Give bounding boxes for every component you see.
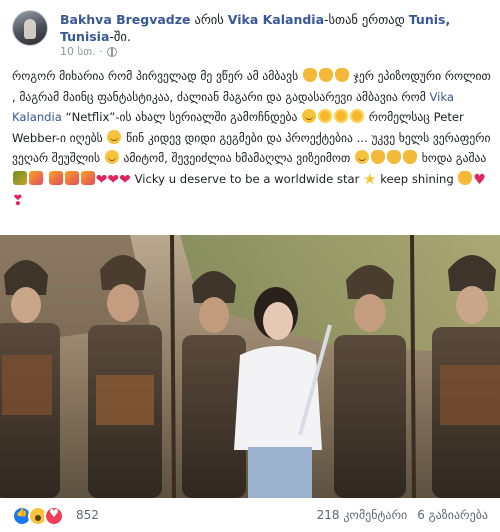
- post-time[interactable]: 10 სთ. ·: [60, 45, 103, 58]
- post-photo[interactable]: [0, 235, 500, 498]
- clap-icon: [371, 150, 385, 164]
- post-meta: 10 სთ. ·: [60, 45, 117, 58]
- post-footer: 852 218 კომენტარი 6 გაზიარება: [12, 504, 488, 526]
- text-line5: Vicky u deserve to be a worldwide star: [134, 171, 360, 186]
- reactions[interactable]: [12, 506, 64, 526]
- smile-icon: [107, 129, 122, 144]
- post-header: Bakhva Bregvadze არის Vika Kalandia-სთან…: [12, 10, 490, 58]
- clap-icon: [302, 68, 317, 82]
- photo-image: [0, 235, 500, 498]
- smile-icon: [355, 150, 369, 164]
- text-netflix: “Netflix”-ის ახალ სერიალში გამოჩნდება: [65, 110, 298, 124]
- reaction-count[interactable]: 852: [76, 508, 99, 522]
- party-popper-icon: [29, 170, 43, 185]
- text-line1: როგორ მიხარია რომ პირველად მე ვწერ ამ ამ…: [12, 69, 299, 83]
- text-line4b: ხოდა გაშაა: [421, 151, 487, 165]
- clap-icon: [334, 68, 349, 82]
- sun-icon: [318, 109, 333, 123]
- shares-count[interactable]: 6 გაზიარება: [417, 508, 488, 522]
- post-headline: Bakhva Bregvadze არის Vika Kalandia-სთან…: [60, 11, 500, 45]
- text-line4: ამიტომ, შევეიძლია ხმამაღლა ვიზეიმოთ: [123, 151, 351, 165]
- tagged-user[interactable]: Vika Kalandia: [228, 12, 324, 27]
- heart-icon: ♥: [473, 171, 486, 188]
- smile-icon: [302, 109, 317, 123]
- avatar[interactable]: [12, 10, 48, 46]
- party-popper-icon: [64, 170, 79, 185]
- heart-icon: ❤: [95, 171, 108, 188]
- exclamation-heart-icon: ❣: [12, 193, 24, 209]
- location-suffix: -ში.: [109, 29, 131, 44]
- facebook-post: Bakhva Bregvadze არის Vika Kalandia-სთან…: [0, 0, 500, 532]
- sun-icon: [350, 109, 365, 123]
- with-suffix: -სთან ერთად: [324, 12, 409, 27]
- clap-icon: [458, 170, 473, 185]
- post-stats: 218 კომენტარი 6 გაზიარება: [317, 508, 488, 522]
- with-prefix: არის: [190, 12, 228, 27]
- smile-icon: [104, 150, 119, 164]
- clap-icon: [403, 150, 417, 164]
- author-name[interactable]: Bakhva Bregvadze: [60, 12, 191, 27]
- heart-icon: ❤: [107, 171, 120, 188]
- heart-icon: ❤: [119, 171, 131, 188]
- party-popper-icon: [48, 170, 63, 185]
- text-line5b: keep shining: [380, 171, 454, 186]
- clap-icon: [318, 68, 333, 82]
- sun-icon: [334, 109, 349, 123]
- comments-count[interactable]: 218 კომენტარი: [317, 508, 408, 522]
- post-text: როგორ მიხარია რომ პირველად მე ვწერ ამ ამ…: [12, 66, 492, 212]
- star-icon: ★: [363, 169, 377, 188]
- party-popper-icon: [80, 170, 95, 185]
- clap-icon: [387, 150, 401, 164]
- globe-icon[interactable]: [106, 46, 117, 57]
- bottle-icon: [13, 170, 27, 185]
- love-icon: [44, 506, 64, 526]
